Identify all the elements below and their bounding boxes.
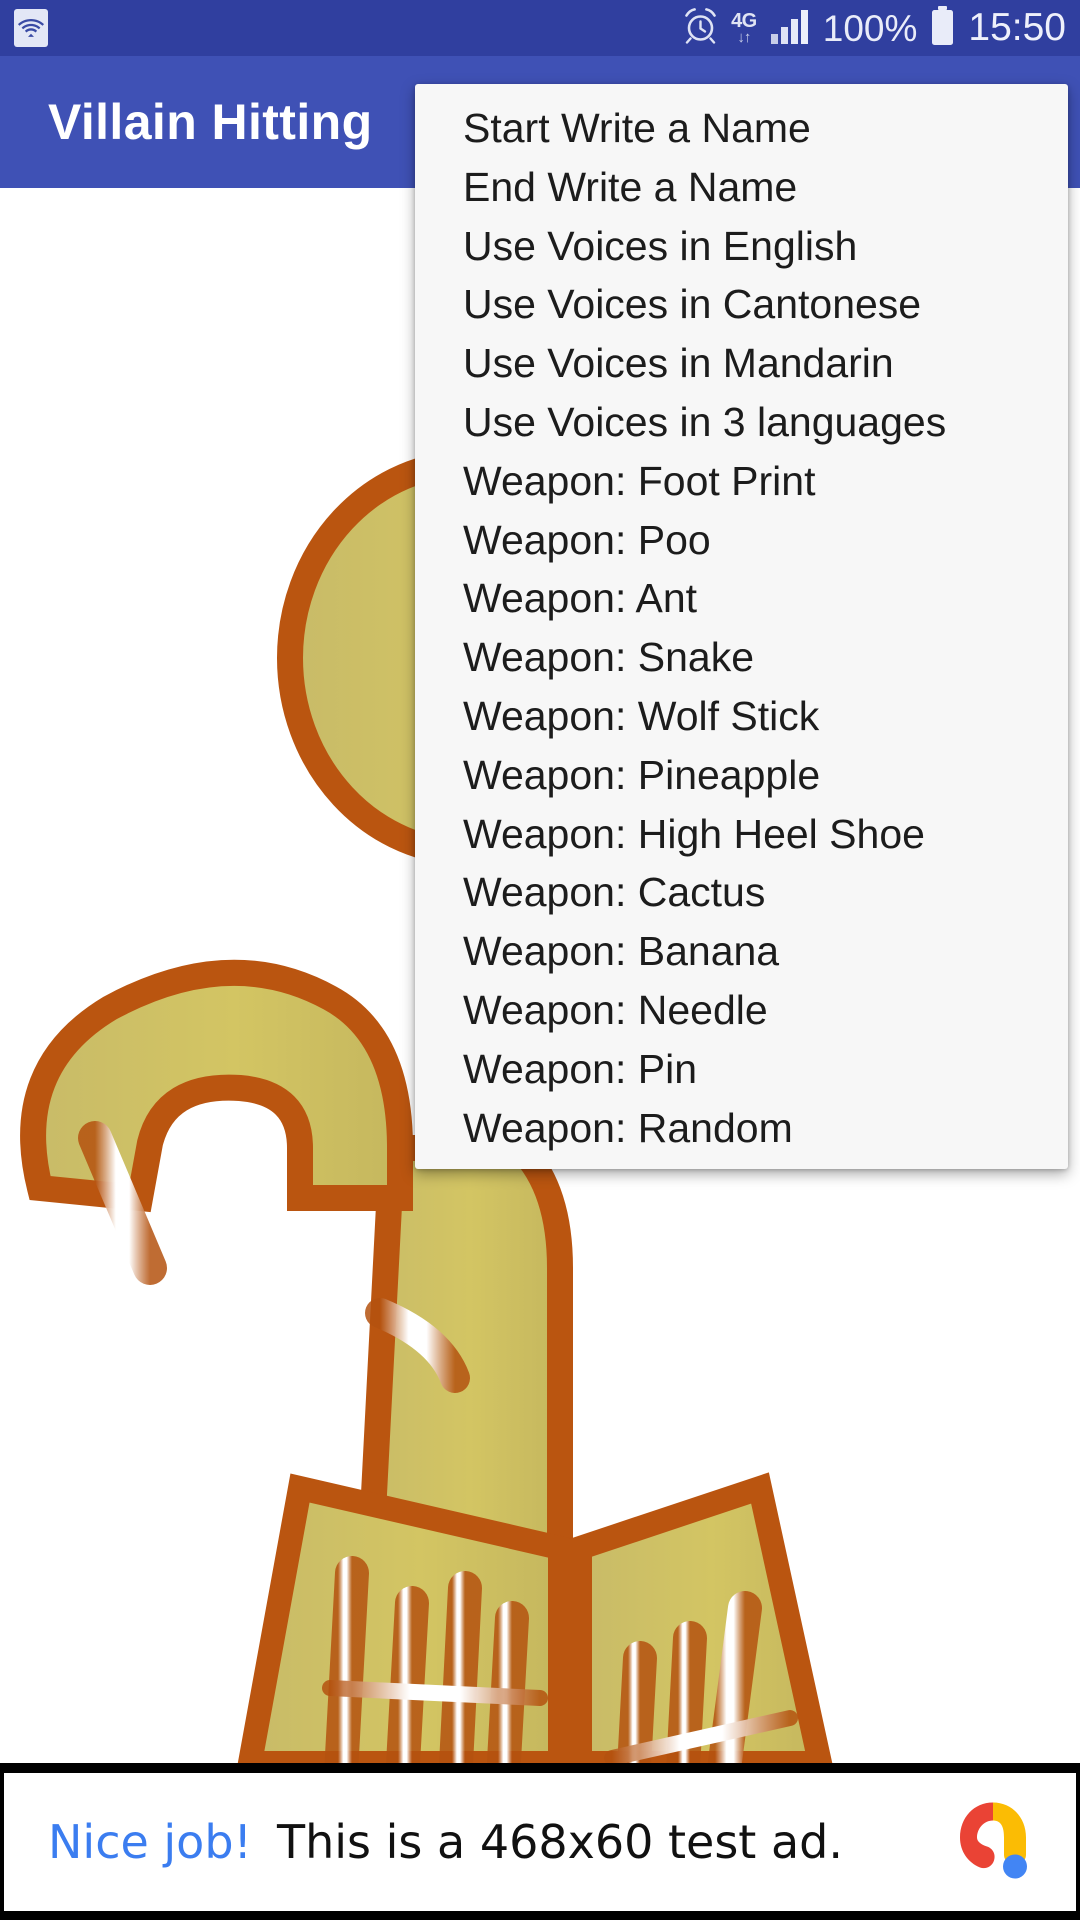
ad-banner[interactable]: Nice job! This is a 468x60 test ad.: [0, 1763, 1080, 1920]
network-type-label: 4G: [731, 10, 757, 32]
admob-logo-icon: [954, 1796, 1032, 1887]
battery-full-icon: [930, 5, 955, 51]
menu-item-use-voices-mandarin[interactable]: Use Voices in Mandarin: [415, 334, 1068, 393]
menu-item-weapon-banana[interactable]: Weapon: Banana: [415, 922, 1068, 981]
clock-time-label: 15:50: [968, 6, 1066, 49]
ad-cta-label[interactable]: Nice job!: [48, 1815, 252, 1869]
menu-item-weapon-foot-print[interactable]: Weapon: Foot Print: [415, 452, 1068, 511]
status-bar: 4G ↓↑ 100% 15:50: [0, 0, 1080, 56]
menu-item-weapon-pineapple[interactable]: Weapon: Pineapple: [415, 746, 1068, 805]
alarm-clock-icon: [683, 7, 718, 49]
menu-item-weapon-snake[interactable]: Weapon: Snake: [415, 628, 1068, 687]
ad-banner-content[interactable]: Nice job! This is a 468x60 test ad.: [4, 1772, 1076, 1911]
menu-item-weapon-random[interactable]: Weapon: Random: [415, 1099, 1068, 1158]
menu-item-start-write-a-name[interactable]: Start Write a Name: [415, 99, 1068, 158]
page-title: Villain Hitting: [48, 94, 373, 150]
menu-item-use-voices-cantonese[interactable]: Use Voices in Cantonese: [415, 275, 1068, 334]
data-transfer-arrows-icon: ↓↑: [737, 29, 751, 46]
status-bar-left-icons: [14, 9, 48, 47]
menu-item-use-voices-english[interactable]: Use Voices in English: [415, 217, 1068, 276]
menu-item-weapon-ant[interactable]: Weapon: Ant: [415, 569, 1068, 628]
menu-item-weapon-poo[interactable]: Weapon: Poo: [415, 511, 1068, 570]
status-bar-right-icons: 4G ↓↑ 100% 15:50: [683, 5, 1066, 51]
menu-item-use-voices-3-languages[interactable]: Use Voices in 3 languages: [415, 393, 1068, 452]
battery-percent-label: 100%: [822, 7, 918, 49]
menu-item-weapon-pin[interactable]: Weapon: Pin: [415, 1040, 1068, 1099]
menu-item-weapon-cactus[interactable]: Weapon: Cactus: [415, 863, 1068, 922]
overflow-menu[interactable]: Start Write a Name End Write a Name Use …: [415, 84, 1068, 1170]
network-type-icon: 4G ↓↑: [731, 11, 757, 45]
menu-item-weapon-wolf-stick[interactable]: Weapon: Wolf Stick: [415, 687, 1068, 746]
signal-bars-icon: [770, 8, 810, 49]
menu-item-weapon-needle[interactable]: Weapon: Needle: [415, 981, 1068, 1040]
menu-item-weapon-high-heel-shoe[interactable]: Weapon: High Heel Shoe: [415, 805, 1068, 864]
menu-item-end-write-a-name[interactable]: End Write a Name: [415, 158, 1068, 217]
wifi-icon: [14, 9, 48, 47]
